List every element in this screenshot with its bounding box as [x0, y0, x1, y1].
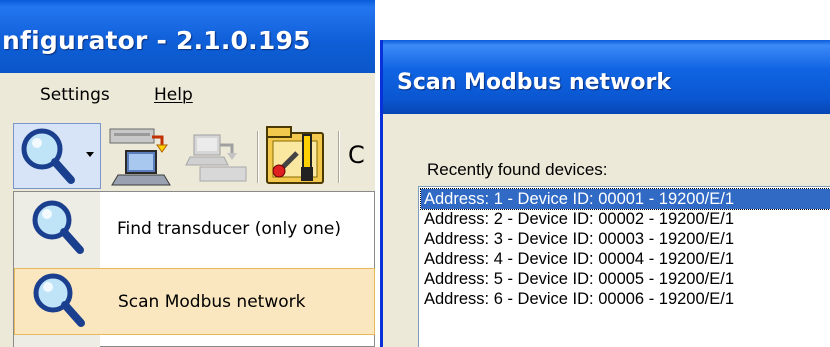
device-list-item[interactable]: Address: 2 - Device ID: 00002 - 19200/E/… — [421, 209, 830, 229]
chevron-down-icon — [86, 152, 94, 157]
receive-from-device-icon[interactable] — [180, 123, 250, 189]
toolbar-separator — [338, 131, 340, 183]
toolbar: C — [0, 119, 375, 193]
menu-help[interactable]: Help — [154, 85, 193, 105]
dialog-title-bar: Scan Modbus network — [383, 40, 830, 114]
menu-settings[interactable]: Settings — [40, 85, 110, 105]
send-to-device-icon[interactable] — [108, 123, 178, 189]
device-list-item[interactable]: Address: 3 - Device ID: 00003 - 19200/E/… — [421, 229, 830, 249]
devices-listbox[interactable]: Address: 1 - Device ID: 00001 - 19200/E/… — [418, 186, 830, 347]
scan-dialog: Scan Modbus network Recently found devic… — [380, 40, 830, 347]
configure-folder-icon[interactable] — [263, 123, 333, 189]
menu-item-label: Find transducer (only one) — [117, 219, 341, 239]
device-list-item[interactable]: Address: 1 - Device ID: 00001 - 19200/E/… — [420, 188, 830, 210]
window-title: nfigurator - 2.1.0.195 — [2, 26, 311, 55]
device-list-item[interactable]: Address: 5 - Device ID: 00005 - 19200/E/… — [421, 269, 830, 289]
toolbar-separator — [257, 131, 259, 183]
find-dropdown-menu: Find transducer (only one) Scan Modbus n… — [13, 191, 375, 347]
find-dropdown-button[interactable] — [13, 123, 101, 189]
dialog-title: Scan Modbus network — [397, 70, 671, 95]
menu-item-scan-modbus[interactable]: Scan Modbus network — [14, 268, 375, 335]
menu-bar: Settings Help — [0, 73, 375, 120]
toolbar-partial-label: C — [348, 141, 365, 169]
magnifier-icon — [32, 200, 84, 254]
magnifier-icon — [33, 273, 85, 327]
recent-devices-label: Recently found devices: — [427, 160, 608, 179]
menu-item-find-transducer[interactable]: Find transducer (only one) — [14, 196, 375, 263]
menu-item-label: Scan Modbus network — [118, 292, 306, 312]
device-list-item[interactable]: Address: 4 - Device ID: 00004 - 19200/E/… — [421, 249, 830, 269]
device-list-item[interactable]: Address: 6 - Device ID: 00006 - 19200/E/… — [421, 289, 830, 309]
window-edge — [0, 193, 10, 347]
main-window: nfigurator - 2.1.0.195 Settings Help C F… — [0, 0, 375, 347]
magnifier-icon — [21, 128, 75, 184]
